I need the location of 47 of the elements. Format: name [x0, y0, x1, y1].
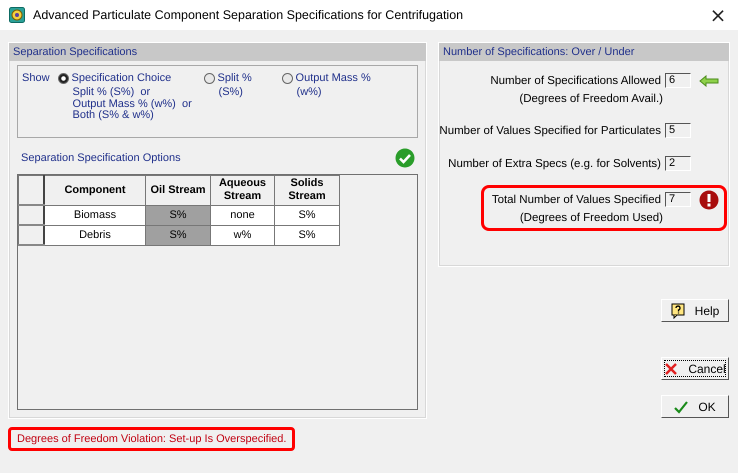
radio-label[interactable]: Split %	[218, 72, 252, 84]
count-label: Number of Extra Specs (e.g. for Solvents)	[448, 158, 661, 170]
panel-header: Number of Specifications: Over / Under	[439, 43, 729, 61]
table-cell[interactable]: S%	[274, 205, 340, 225]
help-icon	[670, 302, 685, 318]
checkmark-icon	[674, 400, 688, 414]
count-field: 7	[665, 192, 691, 207]
option-description: (S%)	[218, 87, 244, 98]
ok-button[interactable]: OK	[661, 395, 729, 418]
app-icon	[9, 7, 25, 23]
window-title: Advanced Particulate Component Separation Specifications for Centrifugation	[33, 8, 464, 22]
close-button[interactable]: ×	[698, 0, 738, 30]
help-button[interactable]: Help	[661, 299, 729, 322]
cancel-button[interactable]: Cancel	[661, 357, 729, 380]
show-label: Show	[22, 72, 50, 86]
close-icon	[664, 362, 678, 376]
table-cell[interactable]: w%	[210, 225, 274, 245]
column-header: Solids Stream	[274, 176, 340, 205]
table-cell[interactable]: S%	[146, 205, 210, 225]
count-note: (Degrees of Freedom Used)	[520, 212, 663, 224]
radio-label[interactable]: Specification Choice	[72, 72, 172, 84]
row-header[interactable]	[18, 205, 44, 225]
column-header: Aqueous Stream	[210, 176, 274, 205]
count-label: Total Number of Values Specified	[492, 194, 661, 206]
radio-button[interactable]	[204, 72, 215, 84]
count-field: 2	[665, 156, 691, 171]
table-cell[interactable]: Debris	[44, 225, 146, 245]
status-message: Degrees of Freedom Violation: Set-up Is Overspecified.	[8, 427, 296, 451]
table-cell[interactable]: S%	[146, 225, 210, 245]
option-description: (w%)	[296, 87, 323, 98]
count-note: (Degrees of Freedom Avail.)	[519, 93, 663, 105]
count-field: 5	[665, 123, 691, 138]
column-header: Component	[44, 176, 146, 205]
table-cell[interactable]: none	[210, 205, 274, 225]
count-field: 6	[665, 73, 691, 88]
count-label: Number of Specifications Allowed	[490, 74, 661, 86]
table-cell[interactable]: S%	[274, 225, 340, 245]
row-header[interactable]	[18, 225, 44, 245]
panel-header: Separation Specifications	[9, 43, 426, 61]
section-title: Separation Specification Options	[21, 152, 181, 164]
option-description: Split % (S%) or Output Mass % (w%) or Both (S% & w%)	[72, 87, 193, 122]
column-header: Oil Stream	[146, 176, 210, 205]
radio-button[interactable]	[58, 72, 69, 84]
radio-label[interactable]: Output Mass %	[296, 72, 371, 84]
table-cell[interactable]: Biomass	[44, 205, 146, 225]
count-label: Number of Values Specified for Particulates	[439, 124, 661, 136]
radio-button[interactable]	[282, 72, 293, 84]
